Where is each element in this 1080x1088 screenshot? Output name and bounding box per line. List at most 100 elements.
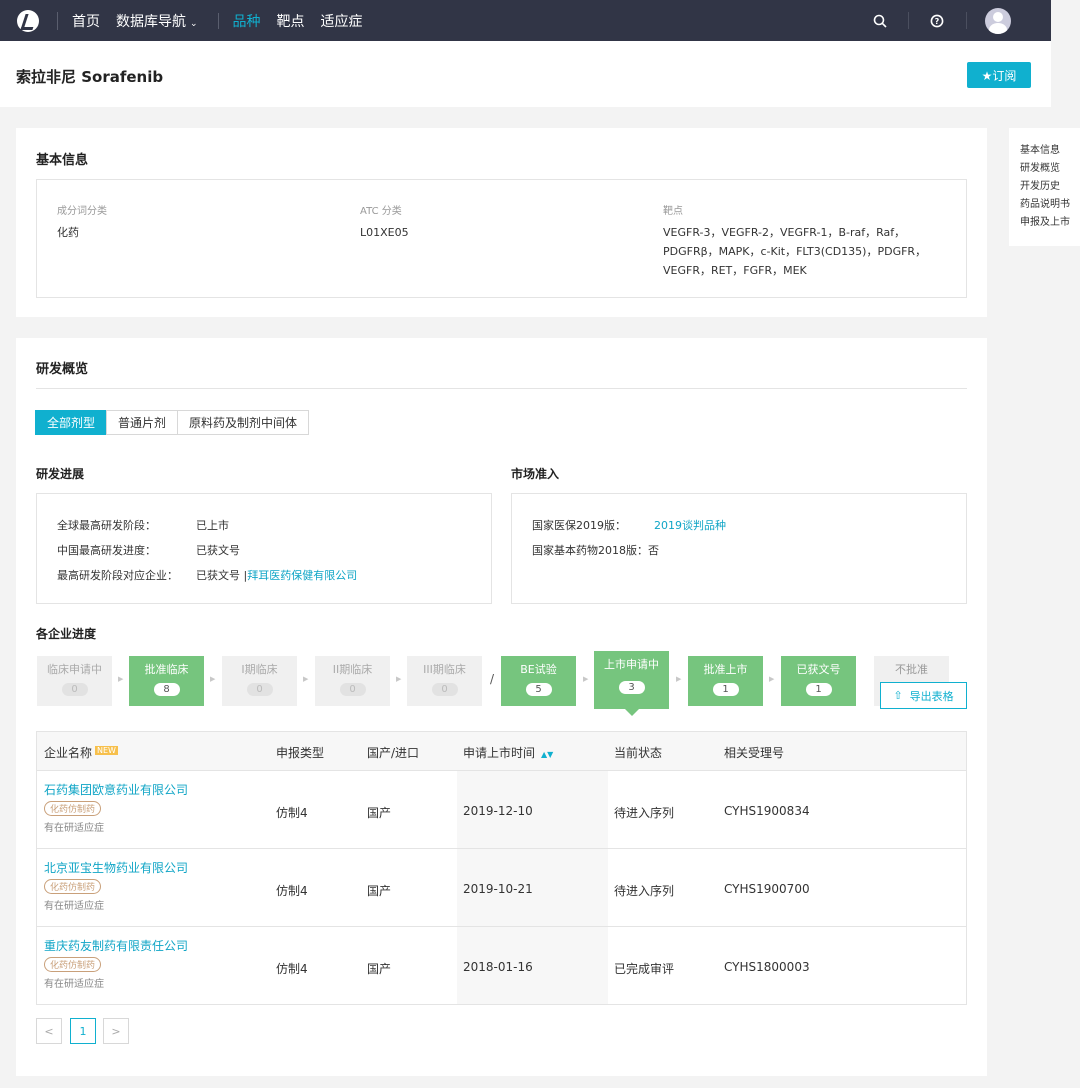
acceptance-link[interactable]: CYHS1900834: [724, 804, 810, 818]
origin-cell: 国产: [367, 806, 392, 820]
top-company-link[interactable]: 拜耳医药保健有限公司: [247, 567, 357, 583]
tab-api[interactable]: 原料药及制剂中间体: [177, 410, 310, 435]
overview-card: 研发概览 全部剂型 普通片剂 原料药及制剂中间体 研发进展 市场准入 全球最高研…: [16, 338, 987, 1076]
global-stage-label: 全球最高研发阶段：: [57, 519, 156, 532]
table-row: 石药集团欧意药业有限公司 化药仿制药 有在研适应症 仿制4 国产 2019-12…: [37, 771, 966, 849]
origin-cell: 国产: [367, 884, 392, 898]
user-menu[interactable]: [982, 0, 1014, 41]
new-badge: NEW: [95, 746, 118, 755]
china-stage-label: 中国最高研发进度：: [57, 544, 156, 557]
stage-separator: /: [490, 672, 495, 686]
logo-icon[interactable]: [17, 9, 39, 32]
tab-all-dosage[interactable]: 全部剂型: [35, 410, 108, 435]
basic-info-card: 基本信息 成分词分类 化药 ATC 分类 L01XE05 靶点 VEGFR-3，…: [16, 128, 987, 317]
sort-icon[interactable]: ▲▼: [541, 750, 553, 759]
export-icon: ⇧: [893, 689, 903, 702]
arrow-icon: ▶: [676, 675, 682, 683]
col-date[interactable]: 申请上市时间 ▲▼: [463, 744, 553, 761]
selected-pointer: [625, 709, 639, 716]
anchor-basic-info[interactable]: 基本信息: [1020, 142, 1080, 160]
stage-count: 0: [339, 683, 366, 696]
stage-phase-2[interactable]: II期临床 0: [315, 656, 390, 706]
acceptance-link[interactable]: CYHS1900700: [724, 882, 810, 896]
nav-indication[interactable]: 适应症: [321, 11, 363, 31]
tab-tablet[interactable]: 普通片剂: [106, 410, 179, 435]
subscribe-button[interactable]: ★订阅: [967, 62, 1031, 88]
date-cell: 2019-12-10: [463, 804, 533, 818]
company-link[interactable]: 重庆药友制药有限责任公司: [44, 937, 188, 954]
anchor-approval[interactable]: 申报及上市: [1020, 214, 1080, 232]
status-cell: 待进入序列: [614, 806, 675, 820]
company-link[interactable]: 石药集团欧意药业有限公司: [44, 781, 188, 798]
stage-name: 上市申请中: [604, 658, 659, 671]
stage-clinical-approved[interactable]: 批准临床 8: [129, 656, 204, 706]
arrow-icon: ▶: [210, 675, 216, 683]
indication-note: 有在研适应症: [44, 979, 104, 990]
stage-count: 0: [61, 683, 88, 696]
date-cell: 2018-01-16: [463, 960, 533, 974]
stage-count: 3: [618, 681, 645, 694]
stage-count: 8: [153, 683, 180, 696]
nav-target[interactable]: 靶点: [277, 11, 305, 31]
company-cell: 北京亚宝生物药业有限公司 化药仿制药 有在研适应症: [44, 859, 188, 912]
stage-count: 5: [525, 683, 552, 696]
col-type: 申报类型: [276, 746, 325, 760]
target-line-2: PDGFRβ，MAPK，c-Kit，FLT3(CD135)，PDGFR，: [663, 245, 927, 258]
stage-marketing-approved[interactable]: 批准上市 1: [688, 656, 763, 706]
nav-database[interactable]: 数据库导航 ⌄: [116, 11, 198, 31]
search-icon: [873, 14, 887, 28]
stage-name: 批准上市: [703, 663, 748, 676]
nav-divider: [217, 12, 219, 29]
col-origin: 国产/进口: [367, 746, 420, 760]
category-value: 化药: [57, 226, 79, 239]
indication-note: 有在研适应症: [44, 823, 104, 834]
acceptance-link[interactable]: CYHS1800003: [724, 960, 810, 974]
stage-phase-3[interactable]: III期临床 0: [407, 656, 482, 706]
divider: [36, 388, 967, 389]
nav-variety[interactable]: 品种: [233, 11, 261, 31]
nav-home[interactable]: 首页: [72, 11, 100, 31]
anchor-overview[interactable]: 研发概览: [1020, 160, 1080, 178]
svg-text:?: ?: [935, 17, 940, 26]
essential-drug-value: 否: [648, 544, 659, 557]
arrow-icon: ▶: [396, 675, 402, 683]
company-cell: 重庆药友制药有限责任公司 化药仿制药 有在研适应症: [44, 937, 188, 990]
stage-licensed[interactable]: 已获文号 1: [781, 656, 856, 706]
stage-count: 1: [805, 683, 832, 696]
stage-name: III期临床: [423, 663, 466, 676]
avatar: [985, 7, 1011, 34]
origin-cell: 国产: [367, 962, 392, 976]
stage-clinical-application[interactable]: 临床申请中 0: [37, 656, 112, 706]
basic-info-box: 成分词分类 化药 ATC 分类 L01XE05 靶点 VEGFR-3，VEGFR…: [36, 179, 967, 298]
col-company-label: 企业名称: [44, 746, 93, 760]
search-button[interactable]: [860, 0, 900, 41]
company-cell: 石药集团欧意药业有限公司 化药仿制药 有在研适应症: [44, 781, 188, 834]
type-cell: 仿制4: [276, 806, 308, 820]
arrow-icon: ▶: [303, 675, 309, 683]
indication-note: 有在研适应症: [44, 901, 104, 912]
essential-drug-label: 国家基本药物2018版：: [532, 544, 648, 557]
col-acceptance: 相关受理号: [724, 746, 785, 760]
anchor-label[interactable]: 药品说明书: [1020, 196, 1080, 214]
pager-next[interactable]: >: [103, 1018, 129, 1044]
overview-title: 研发概览: [36, 362, 89, 377]
col-company: 企业名称 NEW: [44, 744, 118, 761]
stage-phase-1[interactable]: I期临床 0: [222, 656, 297, 706]
stage-name: 批准临床: [144, 663, 189, 676]
nrdl-link[interactable]: 2019谈判品种: [654, 517, 726, 533]
target-label: 靶点: [663, 206, 683, 217]
stage-marketing-application[interactable]: 上市申请中 3: [594, 651, 669, 709]
pager-prev[interactable]: <: [36, 1018, 62, 1044]
atc-label: ATC 分类: [360, 206, 402, 217]
arrow-icon: ▶: [583, 675, 589, 683]
dosage-tabs: 全部剂型 普通片剂 原料药及制剂中间体: [35, 410, 310, 435]
anchor-history[interactable]: 开发历史: [1020, 178, 1080, 196]
pager-page-1[interactable]: 1: [70, 1018, 96, 1044]
export-button[interactable]: ⇧ 导出表格: [880, 682, 967, 709]
stage-be-trial[interactable]: BE试验 5: [501, 656, 576, 706]
help-button[interactable]: ?: [917, 0, 957, 41]
toolbar-divider: [908, 12, 909, 29]
stage-name: 临床申请中: [47, 663, 102, 676]
arrow-icon: ▶: [118, 675, 124, 683]
company-link[interactable]: 北京亚宝生物药业有限公司: [44, 859, 188, 876]
